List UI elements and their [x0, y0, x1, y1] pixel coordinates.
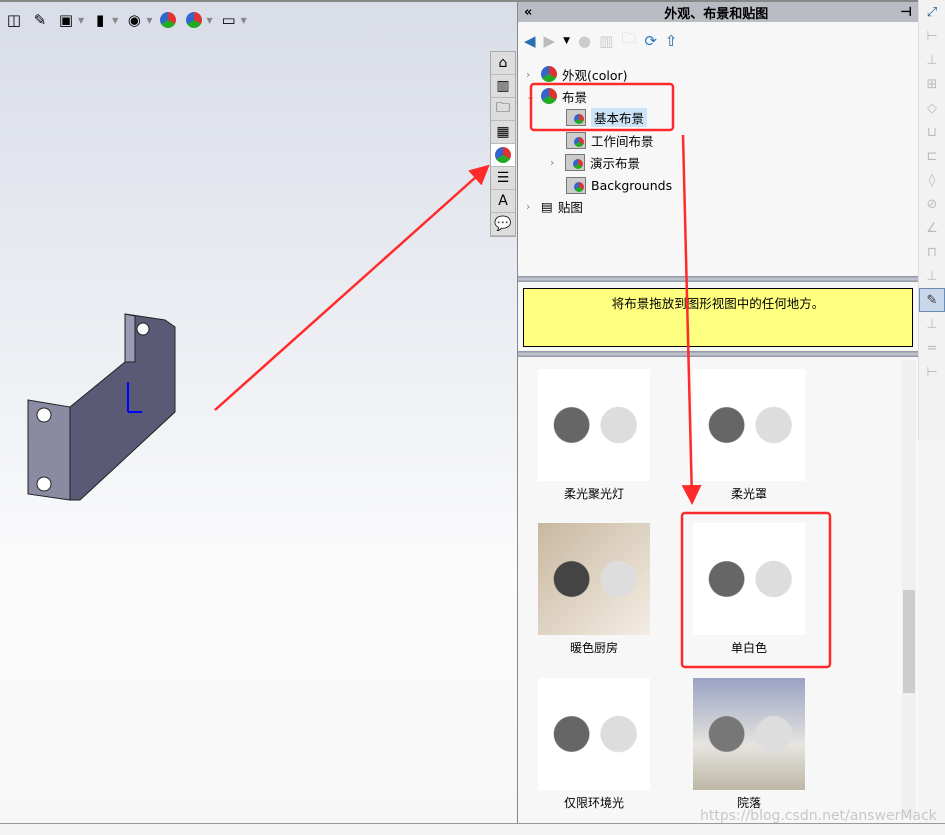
scene-thumbnail[interactable]: [693, 678, 805, 790]
tree-item-backgrounds[interactable]: Backgrounds: [566, 175, 672, 195]
baseline-dimension-icon[interactable]: ⊞: [919, 72, 945, 96]
tree-item-scenes[interactable]: ⌄ 布景: [526, 86, 587, 106]
vertical-ordinate-icon[interactable]: ⊏: [919, 144, 945, 168]
scene-thumbnail[interactable]: [693, 523, 805, 635]
chevron-down-icon[interactable]: ▼: [563, 36, 570, 46]
parts-library-icon[interactable]: ▥: [491, 75, 515, 98]
dimension-toolbar: ⤢ ⊢ ⊥ ⊞ ◇ ⊔ ⊏ ◊ ⊘ ∠ ⊓ ⊥ ✎ ⊥ = ⊢: [918, 0, 945, 440]
scene-thumbnail[interactable]: [538, 678, 650, 790]
appearances-icon[interactable]: [491, 144, 515, 167]
design-library-icon[interactable]: A: [491, 190, 515, 213]
path-length-icon[interactable]: ⊘: [919, 192, 945, 216]
splitter[interactable]: [518, 276, 918, 282]
pane-title: 外观、布景和贴图: [664, 6, 769, 22]
tree-item-decals[interactable]: › ▤ 贴图: [526, 196, 583, 216]
tree-item-studio-scenes[interactable]: 工作间布景: [566, 130, 654, 150]
angle-dimension-icon[interactable]: ∠: [919, 216, 945, 240]
bottom-toolbar: [0, 823, 945, 835]
tree-item-basic-scenes[interactable]: 基本布景: [566, 107, 648, 127]
tree-item-appearances[interactable]: › 外观(color): [526, 64, 628, 84]
appearances-scenes-decals-pane: « 外观、布景和贴图 ⊣ ◀ ▶ ▼ ● ▥ 🗀 ⟳ ⇧ › 外观(color) …: [517, 0, 918, 823]
horizontal-ordinate-icon[interactable]: ⊔: [919, 120, 945, 144]
refresh-icon[interactable]: ⟳: [644, 32, 657, 50]
pin-icon[interactable]: ⊣: [900, 5, 912, 20]
pane-header: « 外观、布景和贴图 ⊣: [518, 0, 918, 22]
appearance-icon: [541, 66, 557, 82]
chamfer-dimension-icon[interactable]: ◊: [919, 168, 945, 192]
new-library-icon[interactable]: ▥: [599, 32, 613, 50]
scene-label: 暖色厨房: [569, 641, 618, 655]
scrollbar-thumb[interactable]: [903, 590, 915, 693]
vertical-dimension-icon[interactable]: ⊥: [919, 48, 945, 72]
task-pane-tabs: ⌂ ▥ 🗀 ▦ ☰ A 💬: [490, 51, 516, 237]
scene-folder-icon: [566, 176, 586, 194]
watermark: https://blog.csdn.net/answerMack: [700, 808, 937, 824]
scene-folder-icon: [566, 131, 586, 149]
scene-icon: [541, 88, 557, 104]
horizontal-dimension-icon[interactable]: ⊢: [919, 24, 945, 48]
new-folder-icon[interactable]: 🗀: [621, 28, 636, 53]
home-icon[interactable]: ⌂: [491, 52, 515, 75]
view-palette-icon[interactable]: ▦: [491, 121, 515, 144]
bracket-part[interactable]: [0, 2, 517, 825]
up-arrow-icon[interactable]: ⇧: [665, 32, 678, 50]
spacing-icon[interactable]: ⊢: [919, 360, 945, 384]
smart-dimension-icon[interactable]: ⤢: [919, 0, 945, 24]
scene-label: 单白色: [730, 641, 767, 655]
ordinate-dimension-icon[interactable]: ◇: [919, 96, 945, 120]
decal-icon: ▤: [541, 198, 553, 214]
chevron-right-icon[interactable]: ›: [526, 68, 536, 81]
scene-thumbnail[interactable]: [693, 369, 805, 481]
forum-icon[interactable]: 💬: [491, 213, 515, 236]
splitter[interactable]: [518, 351, 918, 357]
tree-item-presentation-scenes[interactable]: › 演示布景: [550, 152, 640, 172]
chevron-right-icon[interactable]: ›: [526, 200, 536, 213]
file-explorer-icon[interactable]: 🗀: [491, 98, 515, 121]
edit-appearance-icon[interactable]: ●: [578, 32, 591, 50]
forward-icon[interactable]: ▶: [544, 32, 556, 50]
scene-folder-icon: [566, 108, 586, 126]
back-icon[interactable]: ◀: [524, 32, 536, 50]
hint-box: 将布景拖放到图形视图中的任何地方。: [523, 288, 913, 347]
baseline-icon[interactable]: ⊥: [919, 264, 945, 288]
custom-properties-icon[interactable]: ☰: [491, 167, 515, 190]
scene-thumbnail[interactable]: [538, 369, 650, 481]
collapse-icon[interactable]: «: [524, 5, 532, 20]
pane-toolbar: ◀ ▶ ▼ ● ▥ 🗀 ⟳ ⇧: [518, 22, 918, 59]
arc-dimension-icon[interactable]: ⊓: [919, 240, 945, 264]
chevron-down-icon[interactable]: ⌄: [526, 90, 536, 103]
scene-label: 仅限环境光: [563, 796, 624, 810]
chevron-right-icon[interactable]: ›: [550, 156, 560, 169]
scene-thumbnail[interactable]: [538, 523, 650, 635]
scene-label: 柔光聚光灯: [563, 487, 624, 501]
scrollbar[interactable]: [902, 360, 916, 818]
scene-label: 柔光罩: [730, 487, 767, 501]
annotation-active-icon[interactable]: ✎: [919, 288, 945, 312]
scene-folder-icon: [565, 153, 585, 171]
equal-icon[interactable]: =: [919, 336, 945, 360]
datum-icon[interactable]: ⊥: [919, 312, 945, 336]
graphics-viewport[interactable]: ◫ ✎ ▣ ▼ ▮ ▼ ◉ ▼ ▼ ▭ ▼ ⌂ ▥ 🗀 ▦ ☰ A 💬: [0, 0, 517, 823]
